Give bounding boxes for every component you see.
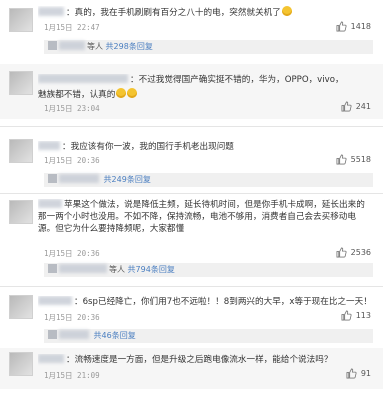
thumbs-up-icon [336,21,347,32]
comment-text: 苹果这个做法，说是降低主频，延长待机时间，但是你手机卡成啊，延长出来的那一两个小… [38,199,365,234]
comment-time: 1月15日 23:04 [44,104,100,113]
reply-summary[interactable]: 等人 共794条回复 [44,263,373,277]
comment-text: ：我应该有你一波，我的国行手机老出现问题 [38,141,373,153]
thumbs-up-icon [346,368,357,379]
like-button[interactable]: 113 [341,310,371,321]
avatar[interactable] [9,200,33,224]
username[interactable] [38,74,130,85]
comment-text: ：真的，我在手机刷刷有百分之八十的电，突然就关机了 [38,6,373,19]
avatar[interactable] [9,71,33,95]
username[interactable] [38,354,66,365]
like-count: 241 [355,102,371,111]
thumbs-up-icon [336,247,347,258]
reply-summary[interactable]: 共249条回复 [44,173,373,187]
thumbs-up-icon [336,154,347,165]
comment-time: 1月15日 22:47 [44,23,100,32]
reply-summary[interactable]: 共46条回复 [44,329,373,343]
comment-text: ：不过我觉得国产确实挺不错的，华为，OPPO，vivo， [38,74,373,86]
avatar[interactable] [9,139,33,163]
face-emoji-icon [127,88,138,98]
thumbs-up-icon [341,310,352,321]
reply-summary[interactable]: 等人 共298条回复 [44,40,373,54]
avatar[interactable] [9,352,33,376]
view-replies-link[interactable]: 共794条回复 [128,265,175,274]
like-count: 91 [360,369,371,378]
username[interactable] [38,7,66,18]
like-button[interactable]: 5518 [336,154,371,165]
comment-feed: ：真的，我在手机刷刷有百分之八十的电，突然就关机了 1月15日 22:47 14… [0,0,383,393]
like-count: 5518 [350,155,371,164]
username[interactable] [38,141,62,152]
comment-time: 1月15日 20:36 [44,313,100,322]
thumbs-up-icon [341,101,352,112]
comment-text-continued: 魅族都不错，认真的 [38,88,373,101]
reply-avatar [48,264,57,273]
comment-time: 1月15日 20:36 [44,249,100,258]
like-count: 1418 [350,22,371,31]
comment-item: 苹果这个做法，说是降低主频，延长待机时间，但是你手机卡成啊，延长出来的那一两个小… [0,197,383,279]
face-emoji-icon [116,88,127,98]
like-button[interactable]: 241 [341,101,371,112]
avatar[interactable] [9,8,33,32]
comment-item: ：不过我觉得国产确实挺不错的，华为，OPPO，vivo， 魅族都不错，认真的 1… [0,64,383,119]
comment-time: 1月15日 21:09 [44,371,100,380]
comment-item: ：6sp已经降亡，你们用7也不远啦！！8到两兴的大早，x等于现在比之一天！！！！… [0,292,383,344]
reply-avatar [48,41,57,50]
comment-item: ：流畅速度是一方面，但是升级之后跑电像流水一样，能给个说法吗？ 1月15日 21… [0,348,383,389]
view-replies-link[interactable]: 共298条回复 [106,42,153,51]
avatar[interactable] [9,295,33,319]
comment-item: ：我应该有你一波，我的国行手机老出现问题 1月15日 20:36 5518 共2… [0,133,383,189]
username[interactable] [38,296,74,307]
username[interactable] [38,199,64,210]
divider [0,126,383,127]
comment-text: ：流畅速度是一方面，但是升级之后跑电像流水一样，能给个说法吗？ [38,354,373,366]
reply-avatar [48,330,57,339]
divider [0,286,383,287]
view-replies-link[interactable]: 共46条回复 [94,331,136,340]
view-replies-link[interactable]: 共249条回复 [104,175,151,184]
comment-item: ：真的，我在手机刷刷有百分之八十的电，突然就关机了 1月15日 22:47 14… [0,0,383,58]
like-count: 113 [355,311,371,320]
divider [0,193,383,194]
comment-text: ：6sp已经降亡，你们用7也不远啦！！8到两兴的大早，x等于现在比之一天！！！！ [38,296,373,308]
reply-avatar [48,174,57,183]
like-button[interactable]: 1418 [336,21,371,32]
like-button[interactable]: 2536 [336,247,371,258]
like-button[interactable]: 91 [346,368,371,379]
like-count: 2536 [350,248,371,257]
grin-emoji-icon [281,6,292,16]
comment-time: 1月15日 20:36 [44,156,100,165]
